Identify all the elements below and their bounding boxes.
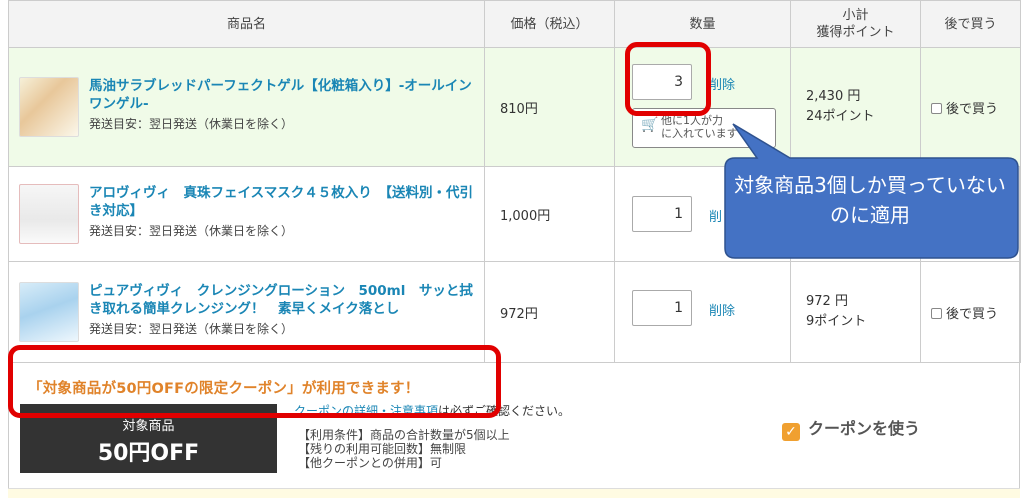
quantity-highlight-annotation: [625, 42, 711, 116]
quantity-input[interactable]: 1: [632, 290, 692, 326]
product-name-link[interactable]: 馬油サラブレッドパーフェクトゲル【化粧箱入り】-オールインワンゲル-: [89, 77, 474, 113]
footer-strip: [8, 488, 1020, 498]
unit-price: 1,000円: [484, 166, 615, 262]
buy-later-checkbox[interactable]: [931, 307, 942, 319]
product-thumbnail[interactable]: [19, 282, 79, 342]
delete-link[interactable]: 削除: [709, 300, 735, 319]
header-price: 価格（税込）: [484, 0, 615, 48]
use-coupon-checkbox[interactable]: ✓: [782, 423, 800, 441]
coupon-condition: 【利用条件】商品の合計数量が5個以上: [298, 428, 510, 442]
buy-later-option[interactable]: 後で買う: [920, 47, 1021, 167]
header-quantity: 数量: [614, 0, 791, 48]
product-name-link[interactable]: アロヴィヴィ 真珠フェイスマスク４５枚入り 【送料別・代引き対応】: [89, 184, 474, 220]
subtotal-amount: 2,430 円: [806, 89, 861, 104]
use-coupon-toggle[interactable]: ✓ クーポンを使う: [782, 415, 920, 441]
header-product-name: 商品名: [8, 0, 485, 48]
cart-icon: 🛒: [641, 117, 659, 133]
header-subtotal: 小計 獲得ポイント: [790, 0, 921, 48]
delete-link[interactable]: 削除: [709, 74, 735, 93]
coupon-badge-value: 50円OFF: [97, 441, 200, 466]
shipping-estimate: 発送目安：翌日発送（休業日を除く）: [89, 224, 294, 238]
points-earned: 9ポイント: [806, 314, 867, 329]
buy-later-option[interactable]: 後で買う: [920, 261, 1021, 363]
shipping-estimate: 発送目安：翌日発送（休業日を除く）: [89, 322, 294, 336]
buy-later-label: 後で買う: [946, 101, 999, 117]
coupon-highlight-annotation: [8, 345, 501, 418]
quantity-input[interactable]: 1: [632, 196, 692, 232]
header-points-label: 獲得ポイント: [816, 25, 895, 40]
points-earned: 24ポイント: [806, 109, 875, 124]
unit-price: 972円: [484, 261, 615, 363]
coupon-condition: 【他クーポンとの併用】可: [298, 456, 442, 470]
delete-link[interactable]: 削: [709, 206, 722, 225]
unit-price: 810円: [484, 47, 615, 167]
callout-text: 対象商品3個しか買っていないのに適用: [734, 173, 1006, 227]
header-buy-later: 後で買う: [920, 0, 1021, 48]
header-subtotal-label: 小計: [842, 8, 869, 23]
table-row: 馬油サラブレッドパーフェクトゲル【化粧箱入り】-オールインワンゲル- 発送目安：…: [8, 47, 1021, 167]
buy-later-label: 後で買う: [946, 306, 999, 322]
subtotal-amount: 972 円: [806, 294, 848, 309]
product-name-link[interactable]: ピュアヴィヴィ クレンジングローション 500ml サッと拭き取れる簡単クレンジ…: [89, 282, 474, 318]
coupon-conditions: 【利用条件】商品の合計数量が5個以上 【残りの利用可能回数】無制限 【他クーポン…: [298, 428, 510, 470]
buy-later-checkbox[interactable]: [931, 102, 942, 114]
product-thumbnail[interactable]: [19, 77, 79, 137]
shipping-estimate: 発送目安：翌日発送（休業日を除く）: [89, 117, 294, 131]
coupon-condition: 【残りの利用可能回数】無制限: [298, 442, 467, 456]
use-coupon-label: クーポンを使う: [808, 419, 921, 438]
product-thumbnail[interactable]: [19, 184, 79, 244]
